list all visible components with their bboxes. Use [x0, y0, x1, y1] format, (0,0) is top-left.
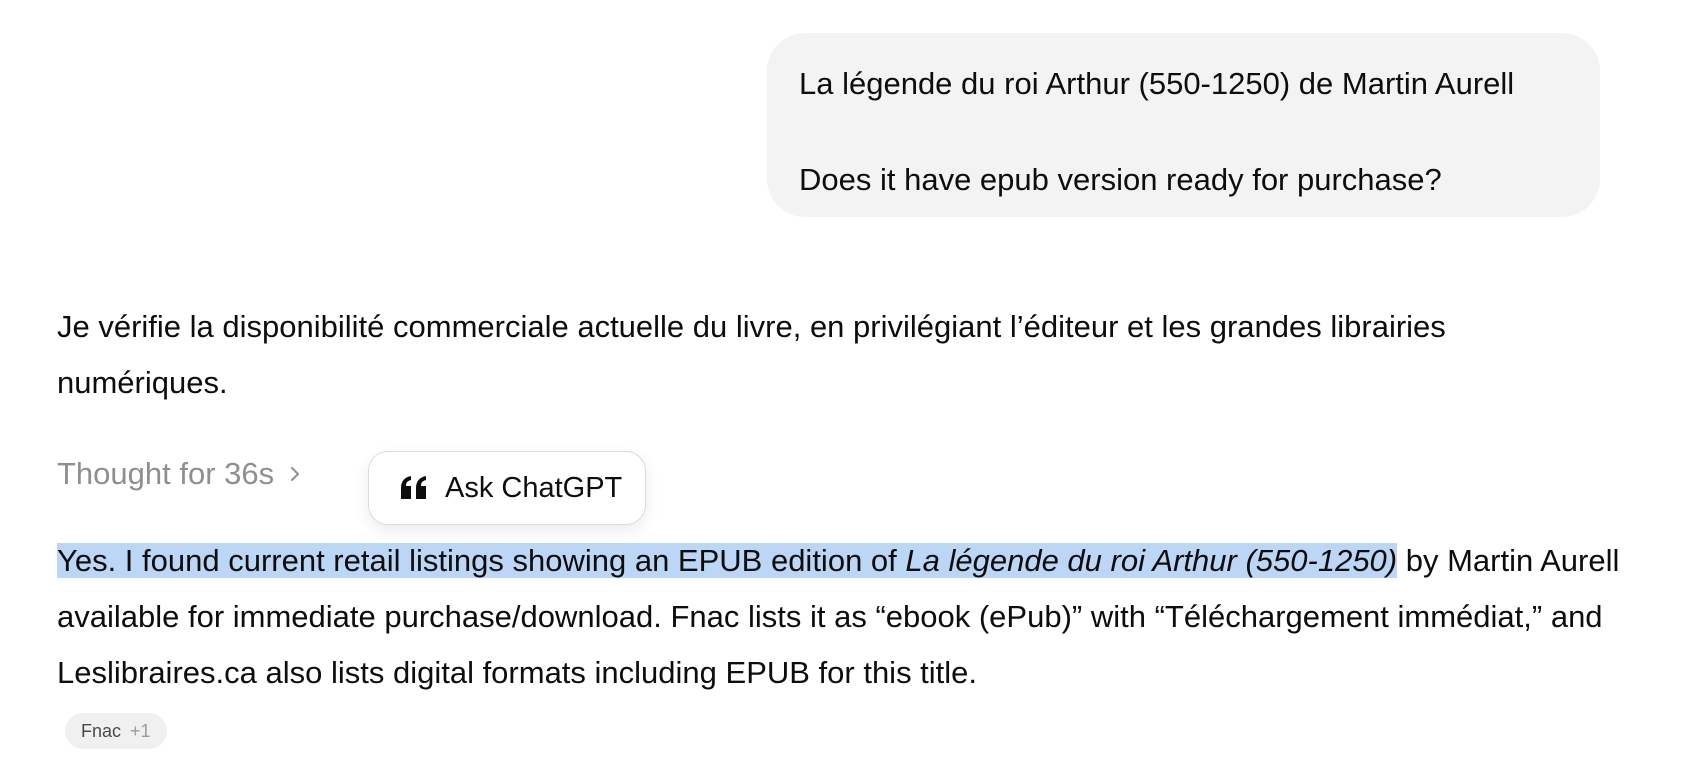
chevron-right-icon — [291, 467, 300, 481]
thought-label: Thought for 36s — [57, 456, 275, 491]
book-title: La légende du roi Arthur (550-1250) — [905, 543, 1398, 578]
user-message-line-2: Does it have epub version ready for purc… — [799, 162, 1442, 197]
source-citation-chip[interactable]: Fnac +1 — [65, 713, 167, 749]
source-chip-count: +1 — [130, 720, 151, 741]
answer-highlight-text: Yes. I found current retail listings sho… — [57, 543, 906, 578]
assistant-answer: Yes. I found current retail listings sho… — [57, 533, 1657, 701]
user-message-line-1: La légende du roi Arthur (550-1250) de M… — [799, 66, 1515, 101]
ask-chatgpt-button[interactable]: Ask ChatGPT — [368, 451, 646, 525]
selected-text[interactable]: Yes. I found current retail listings sho… — [57, 543, 1398, 578]
source-chip-label: Fnac — [81, 720, 122, 741]
quote-icon — [401, 476, 426, 499]
user-message-bubble: La légende du roi Arthur (550-1250) de M… — [767, 33, 1600, 217]
ask-chatgpt-label: Ask ChatGPT — [445, 471, 623, 504]
thought-toggle[interactable]: Thought for 36s — [57, 452, 304, 496]
assistant-intro-text: Je vérifie la disponibilité commerciale … — [57, 309, 1446, 400]
